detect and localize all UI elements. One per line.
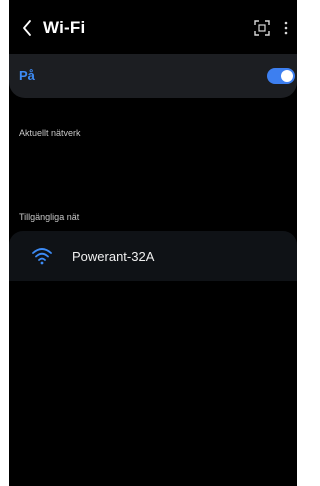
- current-network-heading: Aktuellt nätverk: [19, 128, 81, 138]
- back-button[interactable]: [17, 16, 37, 40]
- more-vertical-icon: [284, 21, 288, 35]
- switch-knob: [281, 70, 293, 82]
- qr-scan-icon: [254, 20, 270, 36]
- network-item[interactable]: Powerant-32A: [9, 231, 297, 281]
- page-title: Wi-Fi: [43, 18, 86, 37]
- qr-scan-button[interactable]: [252, 18, 272, 38]
- wifi-switch[interactable]: [267, 68, 295, 84]
- network-name: Powerant-32A: [72, 249, 155, 264]
- wifi-toggle-label: På: [19, 68, 35, 83]
- more-options-button[interactable]: [280, 18, 292, 38]
- phone-screen: Wi-Fi På Aktuellt nätverk Tillgängliga n…: [9, 0, 297, 486]
- wifi-toggle-row[interactable]: På: [9, 54, 297, 98]
- chevron-left-icon: [23, 20, 31, 36]
- available-networks-heading: Tillgängliga nät: [19, 212, 80, 222]
- wifi-icon: [32, 248, 52, 265]
- top-app-bar: Wi-Fi: [9, 12, 297, 44]
